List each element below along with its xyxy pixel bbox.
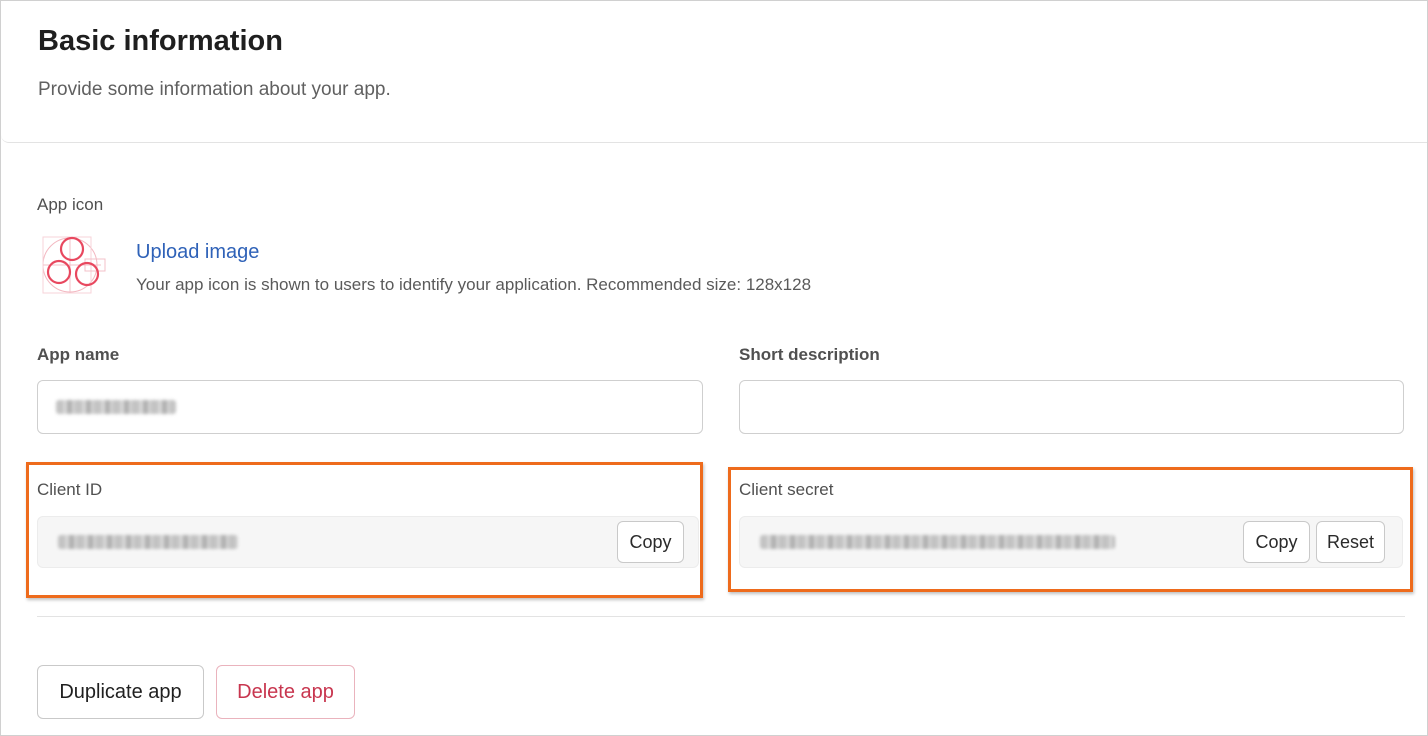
app-icon-label: App icon (37, 195, 104, 214)
circles-logo-icon (42, 236, 106, 294)
short-description-label: Short description (739, 345, 880, 364)
duplicate-app-button[interactable]: Duplicate app (37, 665, 204, 719)
client-secret-highlight-box (728, 467, 1413, 592)
short-description-input[interactable] (739, 380, 1404, 434)
delete-app-button[interactable]: Delete app (216, 665, 355, 719)
redacted-app-name (56, 400, 176, 414)
page-title: Basic information (38, 25, 283, 57)
app-name-label: App name (37, 345, 120, 364)
app-icon[interactable] (41, 234, 107, 298)
settings-panel: Basic information Provide some informati… (0, 0, 1428, 736)
panel-header: Basic information Provide some informati… (1, 1, 1427, 143)
app-name-input[interactable] (37, 380, 703, 434)
client-id-highlight-box (26, 462, 703, 598)
section-divider (37, 616, 1405, 617)
upload-image-link[interactable]: Upload image (136, 241, 259, 264)
page-subtitle: Provide some information about your app. (38, 79, 391, 100)
upload-help-text: Your app icon is shown to users to ident… (136, 275, 812, 294)
